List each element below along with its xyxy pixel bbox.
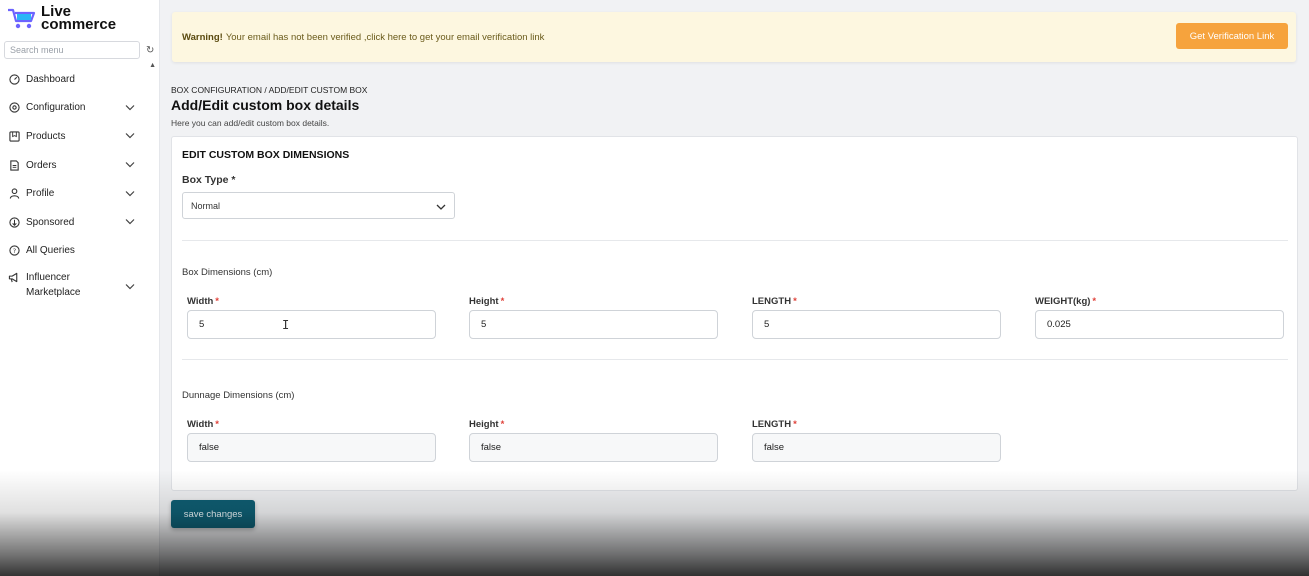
sidebar-item-influencer-marketplace[interactable]: Influencer Marketplace [0,265,159,309]
field-label-text: Height [469,296,499,307]
sidebar-item-profile[interactable]: Profile [0,179,159,208]
dashboard-icon [8,73,20,85]
required-mark: * [500,296,505,307]
cart-logo-icon [7,6,37,30]
box-length-input[interactable] [752,310,1001,339]
required-mark: * [215,419,219,430]
sidebar-item-label: Products [26,130,66,142]
required-mark: * [215,296,219,307]
field-label-text: WEIGHT(kg) [1035,296,1091,307]
chevron-down-icon [125,280,135,295]
sidebar-item-sponsored[interactable]: Sponsored [0,208,159,237]
sidebar-item-label: Influencer Marketplace [26,270,80,300]
brand-logo[interactable]: Live commerce [0,0,159,36]
field-label-text: LENGTH [752,419,792,430]
box-dimensions-label: Box Dimensions (cm) [182,267,273,278]
megaphone-icon [8,271,20,283]
sidebar: Live commerce ↻ ▲ Dashboard Configuratio… [0,0,160,576]
sidebar-item-label-line1: Influencer [26,272,70,284]
required-mark: * [793,296,797,307]
sidebar-nav: ▲ Dashboard Configuration Products Order… [0,62,159,309]
box-icon [8,130,20,142]
text-cursor-icon: I [282,318,290,332]
dunnage-length-label: LENGTH * [752,419,797,430]
brand-name: Live commerce [41,4,117,33]
field-label-text: Width [187,296,214,307]
box-width-input[interactable] [187,310,436,339]
required-mark: * [231,174,236,186]
box-width-label: Width * [187,296,219,307]
box-type-select[interactable]: Normal [182,192,455,219]
sidebar-item-products[interactable]: Products [0,122,159,151]
search-menu-input[interactable] [4,41,140,59]
divider [182,240,1288,241]
field-label-text: LENGTH [752,296,792,307]
dunnage-dimensions-label: Dunnage Dimensions (cm) [182,390,295,401]
warning-label: Warning! [182,31,223,43]
field-label-text: Height [469,419,499,430]
email-warning-banner[interactable]: Warning! Your email has not been verifie… [172,12,1296,62]
box-type-label: Box Type * [182,174,236,186]
dunnage-width-input[interactable] [187,433,436,462]
required-mark: * [793,419,797,430]
chevron-down-icon [125,160,135,171]
box-length-label: LENGTH * [752,296,797,307]
chevron-down-icon [436,202,446,212]
refresh-icon[interactable]: ↻ [146,45,154,56]
page-subtitle: Here you can add/edit custom box details… [171,118,330,128]
save-changes-button[interactable]: save changes [171,500,255,528]
box-height-label: Height * [469,296,504,307]
sidebar-item-label: Configuration [26,102,86,114]
box-weight-label: WEIGHT(kg) * [1035,296,1096,307]
breadcrumb: BOX CONFIGURATION / ADD/EDIT CUSTOM BOX [171,85,368,95]
box-type-label-text: Box Type [182,174,229,186]
box-type-selected-value: Normal [191,200,221,211]
get-verification-link-button[interactable]: Get Verification Link [1176,23,1288,49]
dunnage-height-label: Height * [469,419,504,430]
user-icon [8,188,20,200]
custom-box-form-card: EDIT CUSTOM BOX DIMENSIONS Box Type * No… [171,136,1298,491]
required-mark: * [1092,296,1097,307]
sidebar-item-configuration[interactable]: Configuration [0,94,159,123]
sidebar-item-label: Profile [26,188,55,200]
dunnage-height-input[interactable] [469,433,718,462]
gear-icon [8,102,20,114]
sidebar-item-label: Dashboard [26,73,75,85]
required-mark: * [500,419,505,430]
warning-text[interactable]: Your email has not been verified ,click … [226,32,545,43]
box-weight-input[interactable] [1035,310,1284,339]
chevron-down-icon [125,217,135,228]
dunnage-width-label: Width * [187,419,219,430]
question-icon: ? [8,245,20,257]
sidebar-item-label: All Queries [26,245,75,257]
sidebar-item-orders[interactable]: Orders [0,151,159,180]
dunnage-length-input[interactable] [752,433,1001,462]
sidebar-item-label: Orders [26,159,57,171]
sidebar-item-all-queries[interactable]: ? All Queries [0,237,159,266]
chevron-down-icon [125,102,135,113]
chevron-down-icon [125,188,135,199]
chevron-down-icon [125,131,135,142]
card-title: EDIT CUSTOM BOX DIMENSIONS [182,149,350,161]
sidebar-item-label: Sponsored [26,216,75,228]
field-label-text: Width [187,419,214,430]
sidebar-item-dashboard[interactable]: Dashboard [0,65,159,94]
sidebar-item-label-line2: Marketplace [26,287,81,299]
divider [182,359,1288,360]
page-title: Add/Edit custom box details [171,97,360,113]
document-icon [8,159,20,171]
box-height-input[interactable] [469,310,718,339]
svg-text:?: ? [12,247,15,255]
brand-line2: commerce [41,16,117,33]
sponsored-icon [8,216,20,228]
